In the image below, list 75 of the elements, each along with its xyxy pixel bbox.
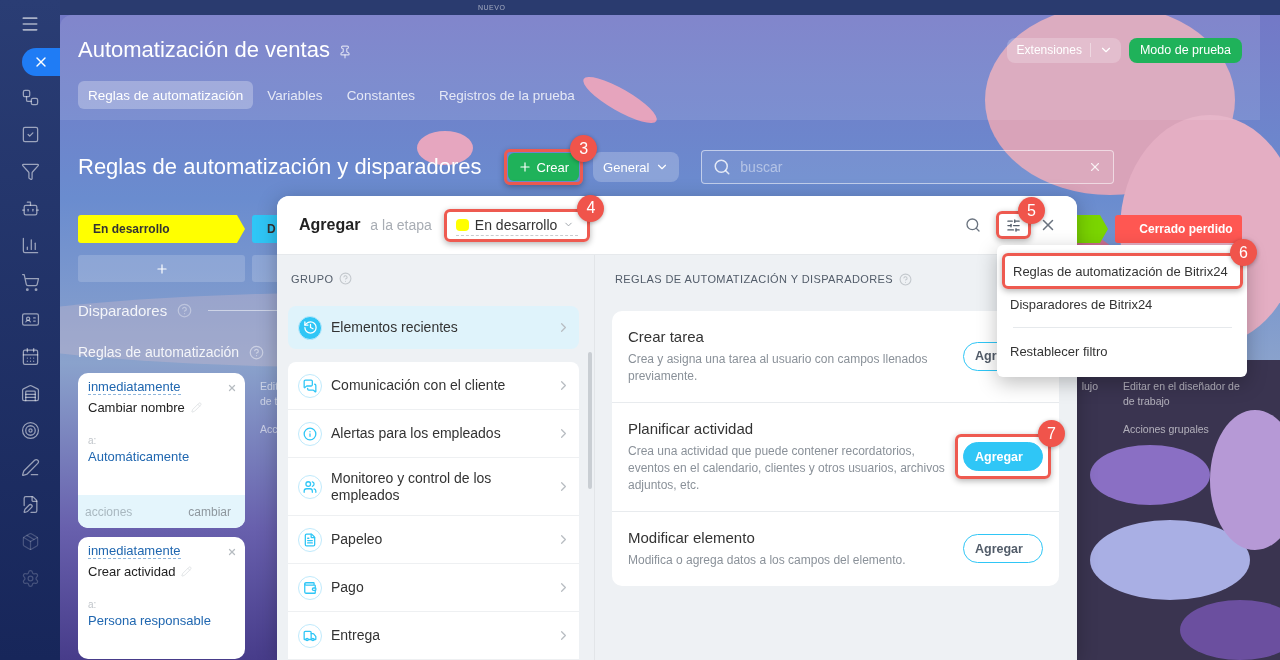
funnel-icon[interactable] (20, 162, 40, 181)
triggers-heading: Disparadores (78, 301, 168, 319)
rules-heading: Reglas de automatización (78, 344, 240, 360)
id-card-icon[interactable] (20, 310, 40, 329)
rule-description: Crea una actividad que puede contener recordatorios, eventos en el calendario, clientes y otros usuarios, archivos adjuntos, etc. (628, 443, 946, 494)
wallet-icon (303, 580, 317, 595)
dialog-subtitle: a la etapa (370, 217, 432, 233)
checkbox-icon[interactable] (20, 125, 40, 144)
search-icon (713, 158, 732, 176)
assignee-link[interactable]: Automáticamente (88, 449, 235, 464)
callout-badge: 7 (1038, 420, 1065, 447)
sliders-icon (1006, 217, 1021, 233)
calendar-icon[interactable] (20, 347, 40, 366)
note-text: Edit (260, 379, 279, 394)
to-label: a: (88, 435, 98, 446)
stage-tab[interactable]: En desarrollo (78, 215, 245, 243)
search-icon (965, 217, 981, 233)
truck-icon (303, 628, 317, 643)
cart-icon[interactable] (20, 273, 40, 292)
search-field[interactable]: buscar (701, 150, 1115, 184)
group-item[interactable]: Pago (288, 564, 579, 612)
note-text: lujo (1081, 379, 1098, 394)
info-icon (303, 426, 317, 441)
group-item[interactable]: Monitoreo y control de los empleados (288, 458, 579, 516)
rule-title: Modificar elemento (628, 528, 756, 548)
assignee-link[interactable]: Persona responsable (88, 613, 235, 628)
note-text: Acc (260, 422, 278, 437)
action-text: Cambiar nombre (88, 400, 185, 415)
actions-text: acciones (85, 504, 133, 519)
group-heading: GRUPO (291, 272, 334, 285)
rule-card[interactable]: inmediatamente Crear actividad a: Persona responsable (78, 537, 245, 659)
note-text: Acciones grupales (1123, 422, 1209, 437)
section-title: Reglas de automatización y disparadores (78, 154, 482, 180)
group-item[interactable]: Papeleo (288, 516, 579, 564)
stage-select[interactable]: En desarrollo (455, 214, 579, 236)
group-item[interactable]: Alertas para los empleados (288, 410, 579, 458)
menu-item[interactable]: Reglas de automatización de Bitrix24 (1005, 256, 1240, 286)
document-icon (303, 532, 317, 547)
target-icon[interactable] (20, 421, 40, 440)
page-title: Automatización de ventas (78, 37, 330, 63)
plus-icon (154, 261, 169, 276)
group-item[interactable]: Entrega (288, 612, 579, 660)
rule-title: Planificar actividad (628, 419, 755, 439)
menu-item[interactable]: Disparadores de Bitrix24 (1002, 289, 1243, 319)
rule-description: Modifica o agrega datos a los campos del elemento. (628, 552, 907, 569)
timing-link[interactable]: inmediatamente (88, 379, 181, 395)
robot-icon[interactable] (20, 199, 40, 218)
callout-badge: 5 (1018, 197, 1045, 224)
people-icon (303, 479, 317, 494)
rule-title: Crear tarea (628, 327, 705, 347)
recent-item[interactable]: Elementos recientes (288, 306, 579, 349)
timing-link[interactable]: inmediatamente (88, 543, 181, 559)
rule-card[interactable]: inmediatamente Cambiar nombre a: Automáticamente acciones cambiar (78, 373, 245, 528)
plus-icon (517, 160, 532, 174)
menu-icon[interactable] (20, 14, 40, 34)
dialog-title: Agregar (299, 216, 361, 234)
note-text: de trabajo (1123, 394, 1171, 409)
note-text: de t (260, 394, 279, 409)
to-label: a: (88, 599, 98, 610)
warehouse-icon[interactable] (20, 384, 40, 403)
bar-chart-icon[interactable] (20, 236, 40, 255)
group-item[interactable]: Comunicación con el cliente (288, 362, 579, 410)
note-text: Editar en el diseñador de (1123, 379, 1240, 394)
pen-icon[interactable] (20, 458, 40, 477)
rules-caption: REGLAS DE AUTOMATIZACIÓN Y DISPARADORES (615, 273, 894, 285)
nodes-icon[interactable] (20, 88, 40, 107)
action-text: Crear actividad (88, 564, 176, 579)
history-icon (302, 320, 318, 335)
search-button[interactable] (965, 217, 981, 233)
add-button[interactable]: Agregar (963, 534, 1043, 563)
callout-badge: 4 (577, 194, 605, 222)
rule-description: Crea y asigna una tarea al usuario con campos llenados previamente. (628, 351, 929, 385)
chat-icon (303, 378, 317, 393)
close-button[interactable] (22, 48, 60, 76)
menu-item[interactable]: Restablecer filtro (1002, 336, 1243, 366)
